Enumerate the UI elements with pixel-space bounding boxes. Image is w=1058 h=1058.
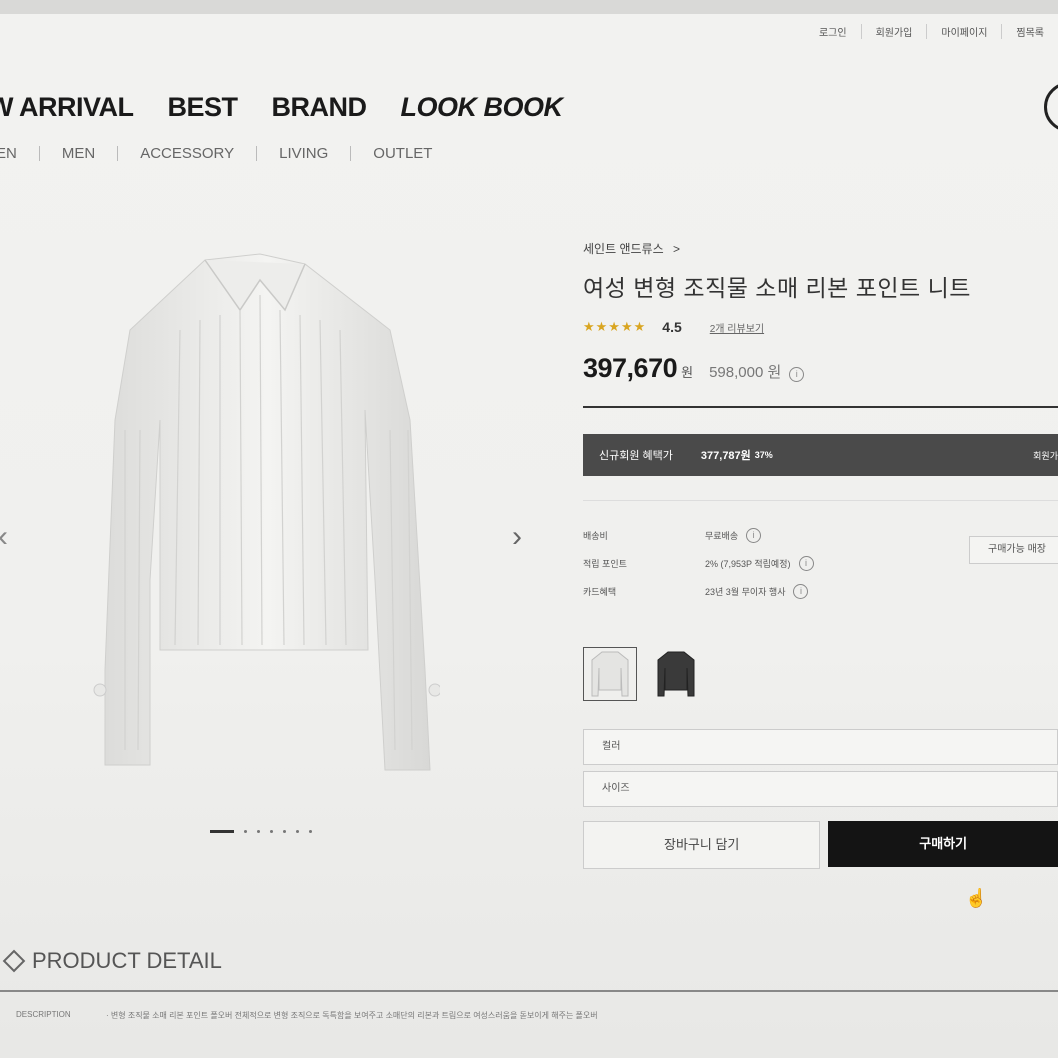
store-availability-button[interactable]: 구매가능 매장 bbox=[969, 536, 1058, 564]
sweater-black-icon bbox=[657, 651, 695, 697]
spec-value: 2% (7,953P 적립예정) bbox=[705, 558, 791, 569]
logo-icon[interactable] bbox=[1044, 82, 1058, 132]
member-benefit-price: 377,787원 bbox=[700, 450, 751, 462]
spec-key: 카드혜택 bbox=[583, 586, 617, 597]
divider bbox=[0, 990, 1058, 992]
review-link[interactable]: 2개 리뷰보기 bbox=[710, 320, 764, 335]
star-rating-icon: ★★★★★ bbox=[583, 319, 647, 334]
carousel-dot[interactable] bbox=[270, 830, 273, 833]
hand-cursor-icon: ☝ bbox=[965, 888, 988, 908]
brand-link[interactable]: 세인트 앤드류스 > bbox=[583, 240, 1058, 257]
rating-value: 4.5 bbox=[662, 319, 682, 335]
carousel-dot[interactable] bbox=[257, 830, 260, 833]
browser-edge bbox=[0, 0, 1058, 14]
subnav-women[interactable]: EN bbox=[0, 146, 39, 161]
member-benefit-bar: 신규회원 혜택가 377,787원 37% 회원가 bbox=[583, 434, 1058, 476]
subnav-men[interactable]: MEN bbox=[38, 146, 117, 161]
carousel-dot[interactable] bbox=[244, 830, 247, 833]
description-label: DESCRIPTION bbox=[16, 1010, 71, 1019]
signup-link[interactable]: 회원가입 bbox=[860, 24, 927, 39]
action-buttons: 장바구니 담기 구매하기 bbox=[583, 821, 1058, 869]
description-text: · 변형 조직물 소매 리본 포인트 폴오버 전체적으로 변형 조직으로 독특함… bbox=[106, 1011, 598, 1020]
subnav-accessory[interactable]: ACCESSORY bbox=[117, 146, 256, 161]
info-icon[interactable]: i bbox=[798, 555, 814, 571]
spec-row-card: 카드혜택 23년 3월 무이자 행사 i bbox=[583, 577, 1058, 605]
sweater-white-icon bbox=[591, 651, 629, 697]
original-price: 598,000 원 bbox=[709, 364, 782, 381]
thumbnail-black[interactable] bbox=[649, 647, 703, 701]
product-detail-title: PRODUCT DETAIL bbox=[32, 948, 222, 973]
product-image bbox=[93, 253, 440, 771]
color-select[interactable]: 컬러 bbox=[583, 729, 1058, 765]
nav-brand[interactable]: BRAND bbox=[272, 92, 368, 123]
carousel-dots bbox=[210, 830, 312, 833]
subnav-outlet[interactable]: OUTLET bbox=[350, 146, 454, 161]
carousel-dot-active[interactable] bbox=[210, 830, 234, 833]
spec-value: 23년 3월 무이자 행사 bbox=[705, 586, 786, 597]
nav-best[interactable]: BEST bbox=[167, 92, 238, 123]
utility-nav: 로그인 회원가입 마이페이지 찜목록 bbox=[805, 24, 1058, 39]
product-info: 세인트 앤드류스 > 여성 변형 조직물 소매 리본 포인트 니트 ★★★★★ … bbox=[583, 240, 1058, 869]
wishlist-link[interactable]: 찜목록 bbox=[1001, 24, 1058, 39]
info-icon[interactable]: i bbox=[746, 527, 762, 543]
divider bbox=[583, 500, 1058, 501]
member-benefit-label: 신규회원 혜택가 bbox=[599, 450, 673, 462]
login-link[interactable]: 로그인 bbox=[805, 24, 861, 39]
spec-key: 적립 포인트 bbox=[583, 558, 627, 569]
thumbnail-white[interactable] bbox=[583, 647, 637, 701]
spec-value: 무료배송 bbox=[705, 530, 739, 541]
brand-name: 세인트 앤드류스 bbox=[583, 242, 664, 256]
carousel-prev-icon[interactable]: ‹ bbox=[0, 520, 8, 554]
main-nav: W ARRIVAL BEST BRAND LOOK BOOK bbox=[0, 92, 563, 123]
spec-key: 배송비 bbox=[583, 530, 608, 541]
carousel-dot[interactable] bbox=[283, 830, 286, 833]
carousel-next-icon[interactable]: › bbox=[512, 520, 522, 554]
diamond-icon bbox=[2, 949, 26, 973]
carousel-dot[interactable] bbox=[296, 830, 299, 833]
divider bbox=[583, 406, 1058, 408]
member-benefit-percent: 37% bbox=[754, 450, 773, 460]
product-page: 로그인 회원가입 마이페이지 찜목록 W ARRIVAL BEST BRAND … bbox=[0, 0, 1058, 1058]
member-benefit-link[interactable]: 회원가 bbox=[1033, 449, 1058, 462]
sale-price: 397,670 bbox=[583, 353, 678, 383]
add-to-cart-button[interactable]: 장바구니 담기 bbox=[583, 821, 821, 869]
info-icon[interactable]: i bbox=[793, 583, 809, 599]
nav-new-arrival[interactable]: W ARRIVAL bbox=[0, 92, 134, 123]
color-thumbnails bbox=[583, 647, 1058, 701]
sub-nav: EN MEN ACCESSORY LIVING OUTLET bbox=[0, 146, 454, 161]
info-icon[interactable]: i bbox=[789, 367, 805, 382]
product-title: 여성 변형 조직물 소매 리본 포인트 니트 bbox=[583, 275, 971, 301]
price-row: 397,670 원 598,000 원 i bbox=[583, 353, 1058, 384]
size-select[interactable]: 사이즈 bbox=[583, 771, 1058, 807]
description-row: DESCRIPTION · 변형 조직물 소매 리본 포인트 폴오버 전체적으로… bbox=[16, 1010, 598, 1021]
currency: 원 bbox=[681, 365, 694, 380]
rating-row: ★★★★★ 4.5 2개 리뷰보기 bbox=[583, 319, 1058, 335]
carousel-dot[interactable] bbox=[309, 830, 312, 833]
product-detail-heading: PRODUCT DETAIL bbox=[2, 948, 222, 974]
chevron-right-icon: > bbox=[672, 242, 680, 256]
nav-lookbook[interactable]: LOOK BOOK bbox=[401, 92, 564, 123]
subnav-living[interactable]: LIVING bbox=[256, 146, 350, 161]
buy-now-button[interactable]: 구매하기 bbox=[828, 821, 1058, 867]
mypage-link[interactable]: 마이페이지 bbox=[926, 24, 1001, 39]
